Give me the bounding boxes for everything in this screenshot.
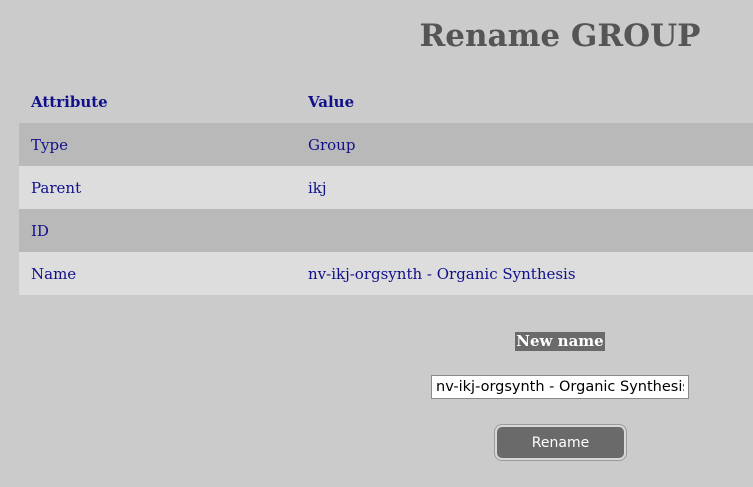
cell-value-name: nv-ikj-orgsynth - Organic Synthesis: [308, 264, 576, 283]
column-header-value: Value: [308, 92, 355, 111]
cell-value-type: Group: [308, 135, 356, 154]
cell-attribute-parent: Parent: [31, 178, 82, 197]
cell-value-parent: ikj: [308, 178, 327, 197]
page-title: Rename GROUP: [419, 18, 701, 54]
rename-form: New name Rename: [420, 331, 700, 460]
table-row-name: Name nv-ikj-orgsynth - Organic Synthesis: [19, 252, 753, 295]
cell-attribute-id: ID: [31, 221, 49, 240]
column-header-attribute: Attribute: [31, 92, 108, 111]
table-row-id: ID: [19, 209, 753, 252]
new-name-input[interactable]: [431, 375, 689, 399]
cell-attribute-type: Type: [31, 135, 68, 154]
attributes-table: Attribute Value Type Group Parent ikj ID…: [19, 80, 753, 295]
rename-button[interactable]: Rename: [495, 425, 626, 460]
new-name-label: New name: [515, 332, 605, 351]
cell-value-id: [296, 209, 753, 252]
table-header-row: Attribute Value: [19, 80, 753, 123]
cell-attribute-name: Name: [31, 264, 77, 283]
table-row-parent: Parent ikj: [19, 166, 753, 209]
table-row-type: Type Group: [19, 123, 753, 166]
